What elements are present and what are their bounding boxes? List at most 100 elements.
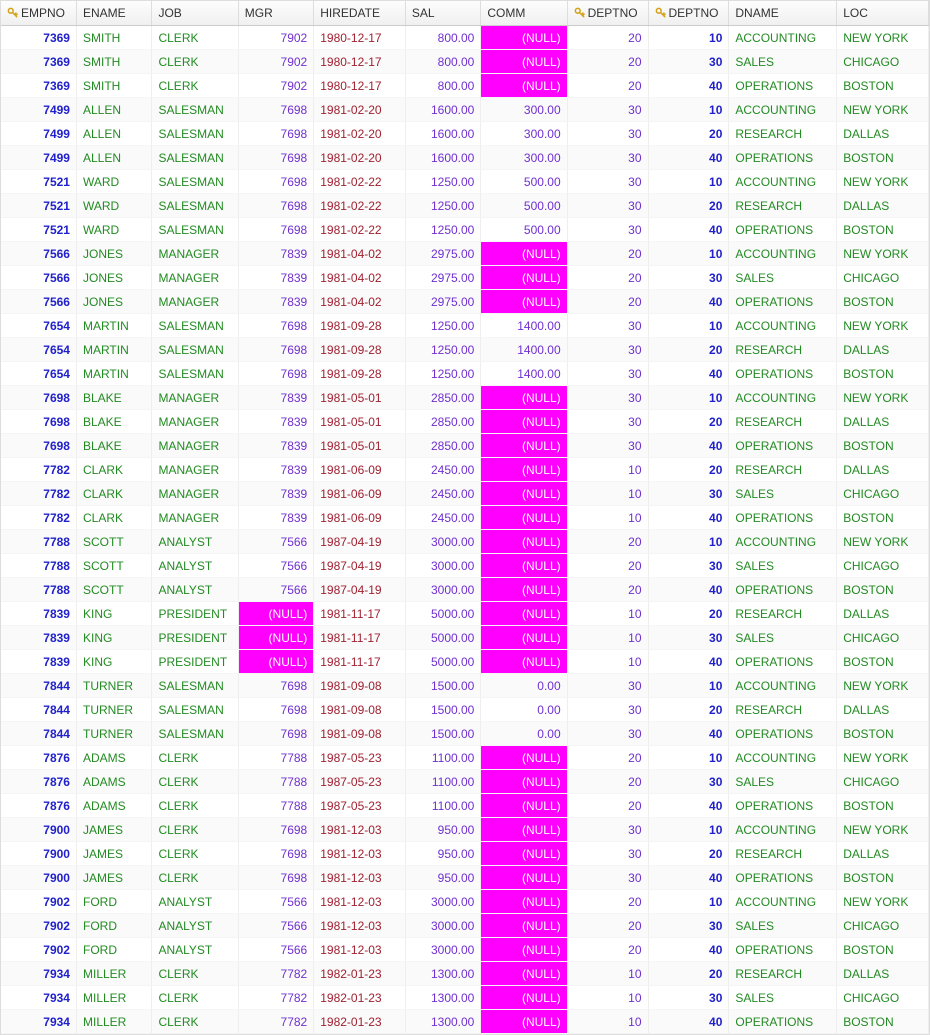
cell-empno[interactable]: 7499: [1, 98, 76, 122]
cell-mgr[interactable]: (NULL): [238, 602, 313, 626]
cell-ename[interactable]: CLARK: [76, 482, 151, 506]
cell-dname[interactable]: SALES: [729, 986, 837, 1010]
cell-hiredate[interactable]: 1987-05-23: [314, 794, 406, 818]
cell-empno[interactable]: 7782: [1, 506, 76, 530]
cell-sal[interactable]: 2850.00: [405, 410, 480, 434]
cell-empno[interactable]: 7654: [1, 314, 76, 338]
cell-job[interactable]: CLERK: [152, 74, 238, 98]
cell-comm[interactable]: (NULL): [481, 74, 567, 98]
cell-ename[interactable]: MILLER: [76, 962, 151, 986]
cell-deptno1[interactable]: 30: [567, 314, 648, 338]
table-row[interactable]: 7876ADAMSCLERK77881987-05-231100.00(NULL…: [1, 746, 929, 770]
cell-loc[interactable]: CHICAGO: [837, 554, 929, 578]
cell-sal[interactable]: 1600.00: [405, 98, 480, 122]
cell-mgr[interactable]: 7782: [238, 986, 313, 1010]
table-row[interactable]: 7844TURNERSALESMAN76981981-09-081500.000…: [1, 722, 929, 746]
cell-hiredate[interactable]: 1981-05-01: [314, 386, 406, 410]
cell-deptno1[interactable]: 20: [567, 266, 648, 290]
cell-hiredate[interactable]: 1981-04-02: [314, 266, 406, 290]
cell-hiredate[interactable]: 1981-12-03: [314, 914, 406, 938]
cell-deptno2[interactable]: 10: [648, 890, 729, 914]
cell-job[interactable]: MANAGER: [152, 434, 238, 458]
cell-deptno2[interactable]: 20: [648, 458, 729, 482]
cell-deptno2[interactable]: 40: [648, 578, 729, 602]
cell-sal[interactable]: 2975.00: [405, 266, 480, 290]
cell-sal[interactable]: 1600.00: [405, 146, 480, 170]
cell-sal[interactable]: 3000.00: [405, 938, 480, 962]
cell-mgr[interactable]: 7698: [238, 698, 313, 722]
cell-dname[interactable]: ACCOUNTING: [729, 890, 837, 914]
cell-mgr[interactable]: 7698: [238, 842, 313, 866]
cell-deptno2[interactable]: 40: [648, 506, 729, 530]
cell-deptno1[interactable]: 10: [567, 650, 648, 674]
cell-deptno2[interactable]: 40: [648, 74, 729, 98]
cell-sal[interactable]: 1500.00: [405, 698, 480, 722]
cell-empno[interactable]: 7788: [1, 578, 76, 602]
cell-empno[interactable]: 7876: [1, 794, 76, 818]
cell-deptno2[interactable]: 40: [648, 650, 729, 674]
cell-deptno1[interactable]: 30: [567, 722, 648, 746]
cell-job[interactable]: MANAGER: [152, 410, 238, 434]
cell-empno[interactable]: 7521: [1, 218, 76, 242]
table-row[interactable]: 7499ALLENSALESMAN76981981-02-201600.0030…: [1, 146, 929, 170]
cell-deptno2[interactable]: 10: [648, 170, 729, 194]
cell-dname[interactable]: ACCOUNTING: [729, 26, 837, 50]
cell-mgr[interactable]: 7698: [238, 146, 313, 170]
cell-comm[interactable]: (NULL): [481, 554, 567, 578]
cell-empno[interactable]: 7934: [1, 962, 76, 986]
cell-sal[interactable]: 2850.00: [405, 386, 480, 410]
table-row[interactable]: 7839KINGPRESIDENT(NULL)1981-11-175000.00…: [1, 602, 929, 626]
cell-comm[interactable]: 1400.00: [481, 314, 567, 338]
cell-empno[interactable]: 7844: [1, 698, 76, 722]
cell-deptno2[interactable]: 40: [648, 938, 729, 962]
table-row[interactable]: 7566JONESMANAGER78391981-04-022975.00(NU…: [1, 266, 929, 290]
cell-hiredate[interactable]: 1981-09-08: [314, 722, 406, 746]
cell-comm[interactable]: (NULL): [481, 26, 567, 50]
cell-ename[interactable]: JAMES: [76, 842, 151, 866]
table-row[interactable]: 7499ALLENSALESMAN76981981-02-201600.0030…: [1, 122, 929, 146]
cell-job[interactable]: MANAGER: [152, 386, 238, 410]
column-header-hiredate[interactable]: HIREDATE: [314, 1, 406, 26]
cell-mgr[interactable]: 7902: [238, 50, 313, 74]
cell-loc[interactable]: NEW YORK: [837, 170, 929, 194]
cell-mgr[interactable]: 7698: [238, 98, 313, 122]
cell-deptno1[interactable]: 20: [567, 74, 648, 98]
cell-ename[interactable]: JONES: [76, 242, 151, 266]
cell-job[interactable]: MANAGER: [152, 482, 238, 506]
cell-comm[interactable]: 300.00: [481, 98, 567, 122]
cell-sal[interactable]: 2975.00: [405, 242, 480, 266]
cell-deptno1[interactable]: 10: [567, 1010, 648, 1034]
cell-comm[interactable]: 500.00: [481, 170, 567, 194]
cell-job[interactable]: CLERK: [152, 26, 238, 50]
cell-empno[interactable]: 7900: [1, 842, 76, 866]
cell-dname[interactable]: RESEARCH: [729, 458, 837, 482]
cell-sal[interactable]: 1250.00: [405, 314, 480, 338]
cell-hiredate[interactable]: 1981-06-09: [314, 458, 406, 482]
table-row[interactable]: 7782CLARKMANAGER78391981-06-092450.00(NU…: [1, 506, 929, 530]
cell-comm[interactable]: (NULL): [481, 938, 567, 962]
cell-deptno1[interactable]: 10: [567, 986, 648, 1010]
column-header-deptno2[interactable]: DEPTNO: [648, 1, 729, 26]
cell-hiredate[interactable]: 1981-04-02: [314, 242, 406, 266]
cell-hiredate[interactable]: 1982-01-23: [314, 986, 406, 1010]
table-row[interactable]: 7844TURNERSALESMAN76981981-09-081500.000…: [1, 674, 929, 698]
cell-ename[interactable]: CLARK: [76, 458, 151, 482]
cell-job[interactable]: SALESMAN: [152, 98, 238, 122]
cell-hiredate[interactable]: 1981-11-17: [314, 602, 406, 626]
cell-deptno2[interactable]: 40: [648, 1010, 729, 1034]
cell-job[interactable]: CLERK: [152, 842, 238, 866]
cell-comm[interactable]: (NULL): [481, 266, 567, 290]
cell-dname[interactable]: ACCOUNTING: [729, 530, 837, 554]
cell-mgr[interactable]: 7566: [238, 914, 313, 938]
cell-mgr[interactable]: 7839: [238, 410, 313, 434]
cell-deptno1[interactable]: 20: [567, 50, 648, 74]
cell-ename[interactable]: JAMES: [76, 866, 151, 890]
cell-job[interactable]: MANAGER: [152, 266, 238, 290]
result-grid[interactable]: EMPNOENAMEJOBMGRHIREDATESALCOMMDEPTNODEP…: [0, 0, 930, 1035]
cell-ename[interactable]: SCOTT: [76, 530, 151, 554]
cell-hiredate[interactable]: 1987-05-23: [314, 746, 406, 770]
cell-sal[interactable]: 3000.00: [405, 578, 480, 602]
cell-loc[interactable]: BOSTON: [837, 434, 929, 458]
cell-comm[interactable]: (NULL): [481, 794, 567, 818]
cell-job[interactable]: CLERK: [152, 962, 238, 986]
